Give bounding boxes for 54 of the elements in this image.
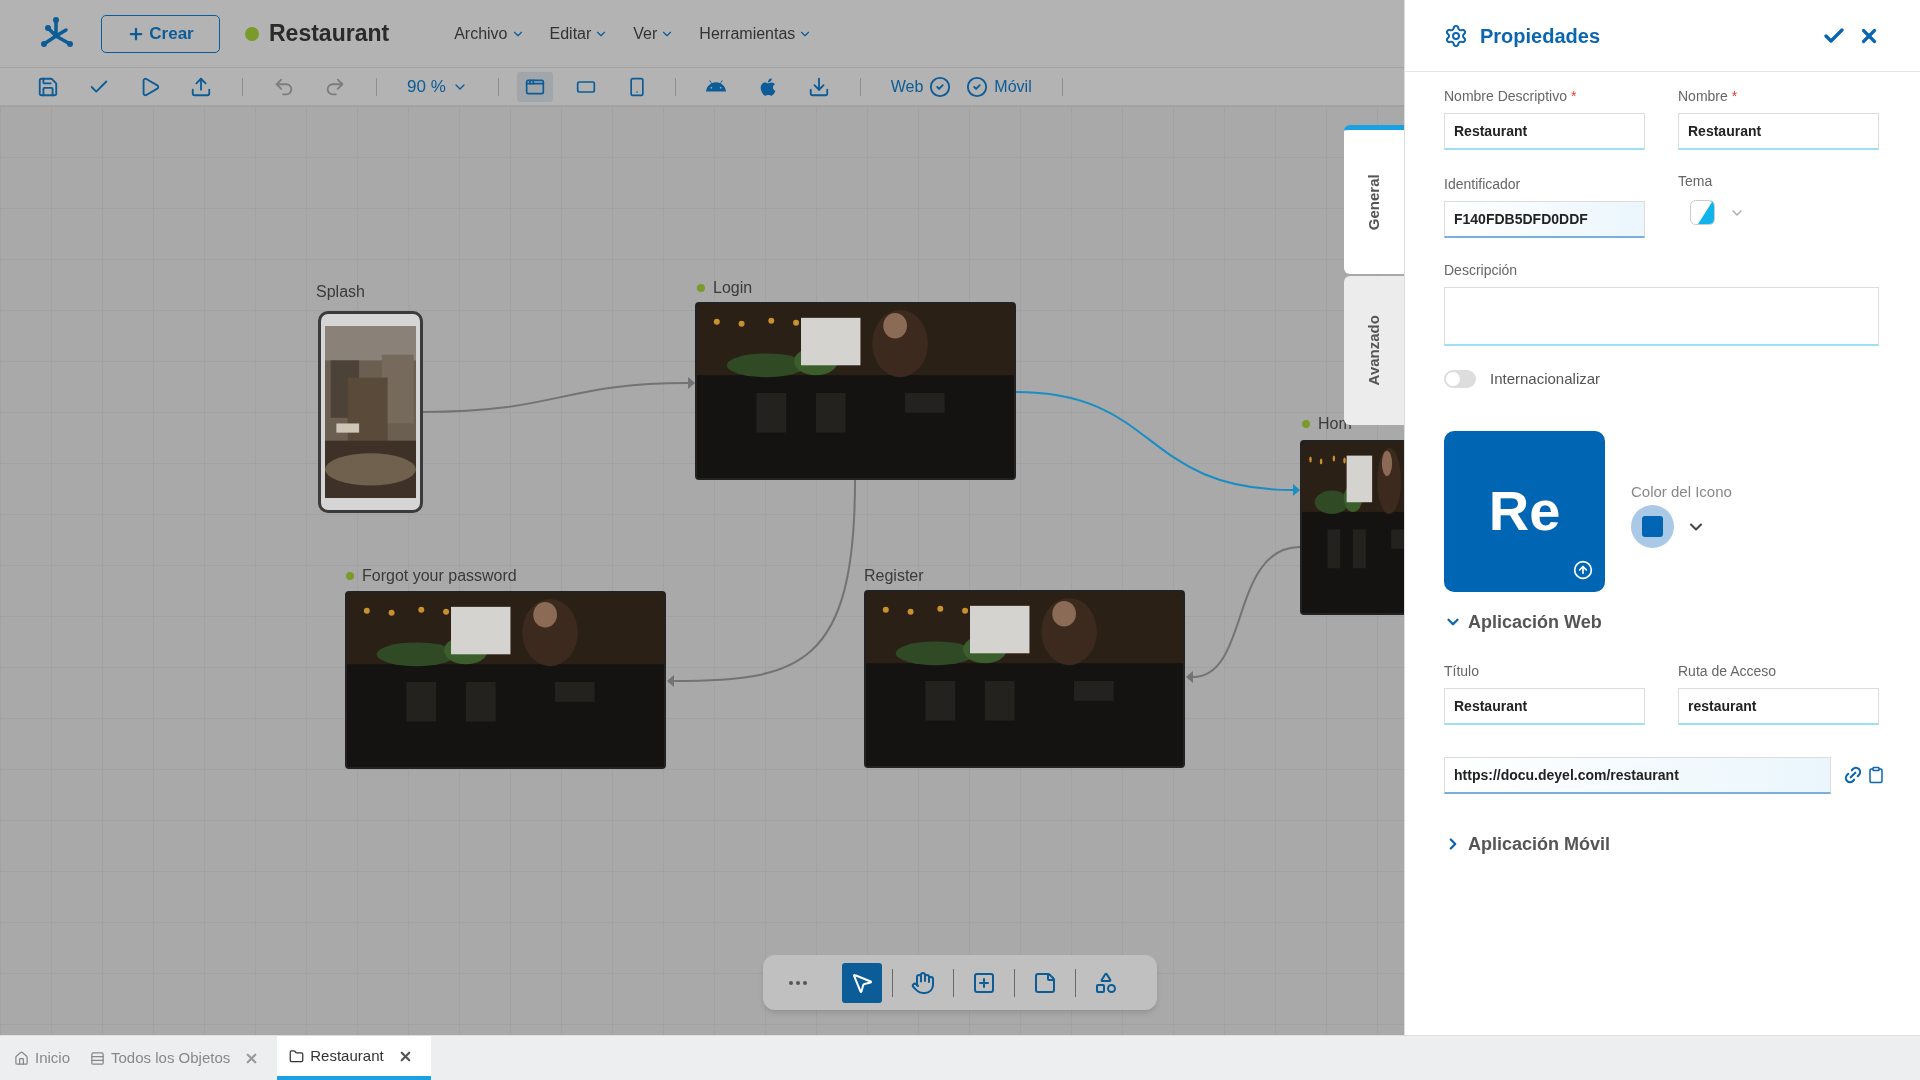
text-field[interactable]: Restaurant <box>1444 113 1645 150</box>
field-label: Nombre * <box>1678 87 1739 106</box>
url-field[interactable]: https://docu.deyel.com/restaurant <box>1444 756 1831 794</box>
node-label: Forgot your password <box>362 566 517 586</box>
text-field[interactable]: Restaurant <box>1678 113 1879 150</box>
folder-icon <box>289 1048 305 1064</box>
section-header[interactable]: Aplicación Móvil <box>1444 830 1611 858</box>
menu-item[interactable]: Herramientas <box>699 21 813 46</box>
field-label: Identificador <box>1444 175 1522 194</box>
section-header[interactable]: Aplicación Web <box>1444 608 1602 636</box>
check-circle-icon[interactable] <box>966 75 989 98</box>
download-icon[interactable] <box>807 75 830 98</box>
side-tab[interactable]: General <box>1344 125 1404 274</box>
toggle-switch[interactable] <box>1444 370 1476 389</box>
pointer-tool[interactable] <box>842 962 882 1003</box>
text-field[interactable]: restaurant <box>1678 687 1879 725</box>
settings-icon <box>1444 23 1468 48</box>
note-icon <box>1033 970 1057 995</box>
node-label: Register <box>864 566 924 586</box>
app-title: Restaurant <box>269 19 390 49</box>
description-field[interactable] <box>1444 287 1879 346</box>
text-field[interactable]: F140FDB5DFD0DDF <box>1444 201 1645 238</box>
theme-swatch-icon <box>1690 200 1715 225</box>
node-label: Login <box>713 278 753 298</box>
node-label: Splash <box>316 282 365 302</box>
home-icon <box>14 1050 29 1066</box>
web-label: Web <box>890 76 924 97</box>
text-field[interactable]: Restaurant <box>1444 687 1645 725</box>
toggle-label: Internacionalizar <box>1490 369 1601 389</box>
list-icon <box>90 1050 106 1066</box>
panel-title: Propiedades <box>1480 23 1601 49</box>
field-label: Color del Icono <box>1631 481 1732 502</box>
desktop-view-button[interactable] <box>516 71 553 102</box>
field-label: Ruta de Acceso <box>1678 661 1778 681</box>
phone-node[interactable] <box>318 311 423 513</box>
document-tab[interactable]: Restaurant <box>277 1036 431 1080</box>
clipboard-icon[interactable] <box>1867 766 1885 784</box>
export-icon[interactable] <box>190 75 212 98</box>
mobile-label: Móvil <box>994 76 1032 97</box>
field-label: Título <box>1444 661 1480 681</box>
upload-icon[interactable] <box>1573 559 1593 580</box>
menu-item[interactable]: Editar <box>549 21 609 46</box>
hand-icon <box>911 970 935 995</box>
more-icon <box>789 980 807 985</box>
menu-item[interactable]: Archivo <box>454 21 525 46</box>
menu-item[interactable]: Ver <box>633 21 675 46</box>
field-label: Nombre Descriptivo * <box>1444 87 1578 106</box>
save-icon[interactable] <box>37 75 59 98</box>
add-icon <box>972 970 996 995</box>
app-icon-tile[interactable]: Re <box>1444 430 1605 592</box>
field-label: Tema <box>1678 172 1714 191</box>
check-circle-icon[interactable] <box>929 75 952 98</box>
field-label: Descripción <box>1444 261 1519 280</box>
shapes-icon <box>1094 970 1118 995</box>
